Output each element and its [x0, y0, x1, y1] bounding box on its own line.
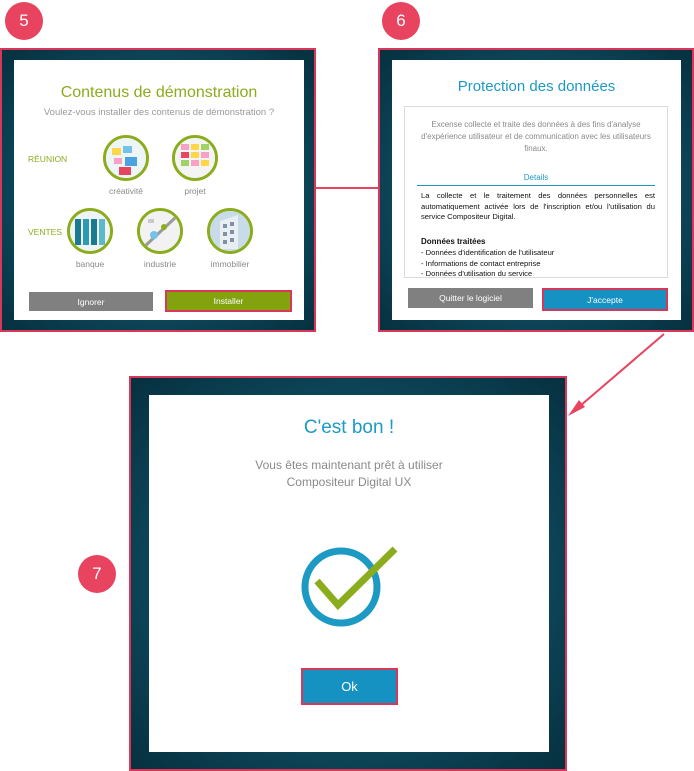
demo-thumb-banque[interactable]	[67, 208, 113, 254]
demo-caption-creativite: créativité	[108, 186, 143, 196]
details-divider	[417, 185, 655, 186]
list-item: - Informations de contact entreprise	[421, 258, 541, 268]
success-message: Vous êtes maintenant prêt à utiliser Com…	[149, 457, 549, 491]
demo-content-dialog: Contenus de démonstration Voulez-vous in…	[14, 60, 304, 320]
privacy-text-box[interactable]: Excense collecte et traite des données à…	[404, 106, 668, 278]
check-circle-icon	[301, 546, 398, 627]
accept-button[interactable]: J'accepte	[542, 288, 668, 311]
demo-thumb-creativite[interactable]	[103, 135, 149, 181]
details-header: Details	[523, 173, 549, 182]
data-processed-list: - Données d'identification de l'utilisat…	[421, 248, 555, 278]
category-ventes-label: VENTES	[28, 227, 63, 237]
data-processed-heading: Données traitées	[421, 237, 486, 246]
success-message-text: Vous êtes maintenant prêt à utiliser Com…	[255, 458, 443, 489]
dialog-title: C'est bon !	[303, 417, 395, 438]
demo-thumb-immobilier[interactable]	[207, 208, 253, 254]
demo-caption-projet: projet	[184, 186, 206, 196]
privacy-intro: Excense collecte et traite des données à…	[421, 120, 651, 153]
list-item: - Données d'utilisation du service	[421, 269, 533, 278]
install-button[interactable]: Installer	[165, 290, 292, 312]
demo-caption-industrie: industrie	[143, 259, 177, 269]
demo-content-window: Contenus de démonstration Voulez-vous in…	[0, 48, 316, 332]
list-item: - Données d'identification de l'utilisat…	[421, 248, 555, 257]
category-reunion-label: RÉUNION	[28, 154, 68, 164]
success-dialog: C'est bon ! Vous êtes maintenant prêt à …	[149, 395, 549, 752]
quit-software-button[interactable]: Quitter le logiciel	[408, 288, 533, 308]
dialog-title: Contenus de démonstration	[60, 84, 258, 101]
step-badge-5: 5	[5, 2, 43, 40]
demo-caption-banque: banque	[75, 259, 105, 269]
demo-caption-immobilier: immobilier	[210, 259, 250, 269]
dialog-title: Protection des données	[457, 78, 616, 95]
step-badge-6: 6	[382, 2, 420, 40]
dialog-subtitle: Voulez-vous installer des contenus de dé…	[43, 107, 275, 118]
privacy-body-text: La collecte et le traitement des données…	[421, 191, 655, 221]
privacy-window: Protection des données Excense collecte …	[378, 48, 694, 332]
arrow-down-left-icon	[568, 333, 665, 416]
success-window: C'est bon ! Vous êtes maintenant prêt à …	[129, 376, 567, 771]
ok-button[interactable]: Ok	[301, 668, 398, 705]
ignore-button[interactable]: Ignorer	[29, 292, 153, 311]
privacy-dialog: Protection des données Excense collecte …	[392, 60, 681, 320]
demo-thumb-projet[interactable]	[172, 135, 218, 181]
demo-thumb-industrie[interactable]	[137, 208, 183, 254]
step-badge-7: 7	[78, 555, 116, 593]
